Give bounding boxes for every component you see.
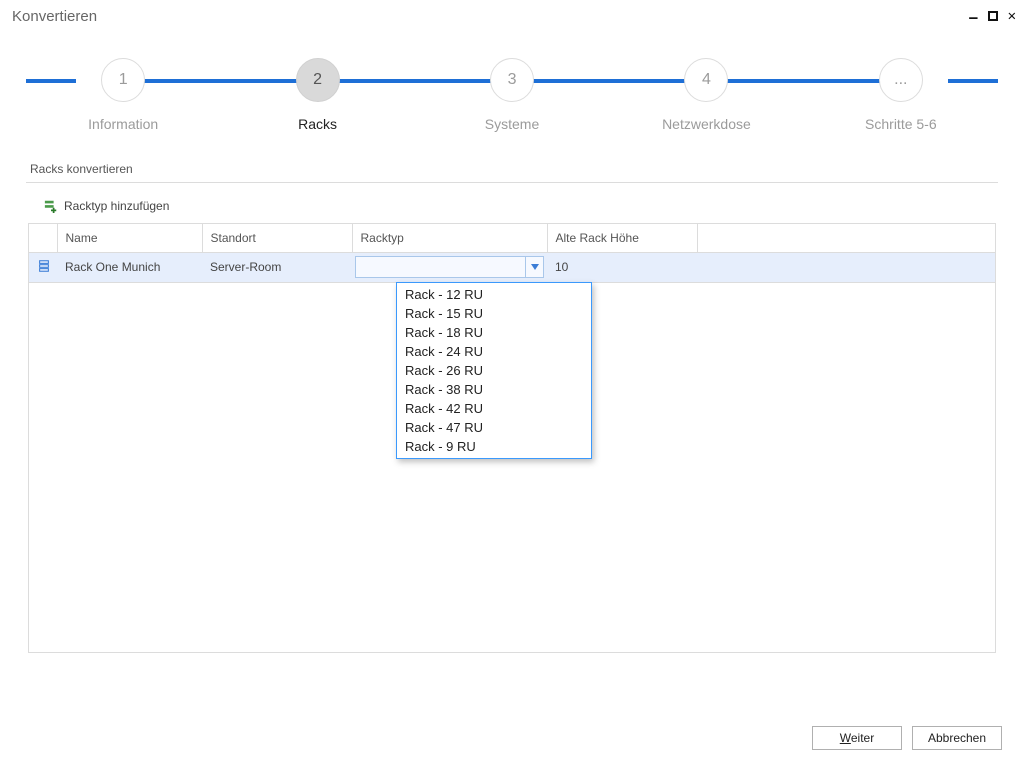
step-connector-1-2: [142, 79, 306, 83]
step-connector-edge-right: [948, 79, 998, 83]
step-1-circle: 1: [101, 58, 145, 102]
window-title: Konvertieren: [12, 8, 97, 25]
chevron-down-icon: [531, 264, 539, 270]
minimize-icon[interactable]: —: [969, 10, 977, 27]
maximize-icon[interactable]: [988, 8, 998, 25]
step-3-label: Systeme: [415, 116, 609, 132]
col-header-standort[interactable]: Standort: [202, 224, 352, 252]
section-divider: [26, 182, 998, 183]
step-4[interactable]: 4 Netzwerkdose: [609, 58, 803, 132]
dropdown-option[interactable]: Rack - 12 RU: [397, 285, 591, 304]
step-connector-4-5: [726, 79, 886, 83]
dropdown-option[interactable]: Rack - 47 RU: [397, 418, 591, 437]
racktyp-combo[interactable]: [355, 256, 544, 278]
step-2[interactable]: 2 Racks: [220, 58, 414, 132]
step-more[interactable]: ... Schritte 5-6: [804, 58, 998, 132]
rack-table: Name Standort Racktyp Alte Rack Höhe Rac…: [28, 223, 996, 653]
step-2-circle: 2: [296, 58, 340, 102]
col-header-racktyp[interactable]: Racktyp: [352, 224, 547, 252]
dropdown-option[interactable]: Rack - 18 RU: [397, 323, 591, 342]
racktyp-input[interactable]: [356, 257, 525, 277]
step-4-circle: 4: [684, 58, 728, 102]
col-header-icon[interactable]: [29, 224, 57, 252]
step-3[interactable]: 3 Systeme: [415, 58, 609, 132]
cell-standort: Server-Room: [202, 252, 352, 282]
add-rack-icon: [44, 199, 58, 213]
rack-icon: [37, 259, 51, 273]
section-title: Racks konvertieren: [30, 162, 994, 176]
dropdown-option[interactable]: Rack - 9 RU: [397, 437, 591, 456]
add-rack-label: Racktyp hinzufügen: [64, 199, 169, 213]
racktyp-dropdown-list[interactable]: Rack - 12 RU Rack - 15 RU Rack - 18 RU R…: [396, 282, 592, 459]
dropdown-option[interactable]: Rack - 38 RU: [397, 380, 591, 399]
step-more-circle: ...: [879, 58, 923, 102]
step-1-label: Information: [26, 116, 220, 132]
dropdown-option[interactable]: Rack - 26 RU: [397, 361, 591, 380]
step-connector-2-3: [337, 79, 497, 83]
step-4-label: Netzwerkdose: [609, 116, 803, 132]
col-header-name[interactable]: Name: [57, 224, 202, 252]
table-row[interactable]: Rack One Munich Server-Room 10: [29, 252, 995, 282]
wizard-body: 1 Information 2 Racks 3 Systeme 4 Netzwe…: [0, 32, 1024, 661]
cell-spacer: [697, 252, 995, 282]
next-button[interactable]: Weiter: [812, 726, 902, 750]
cell-name: Rack One Munich: [57, 252, 202, 282]
cell-alte-hoehe: 10: [547, 252, 697, 282]
wizard-steps: 1 Information 2 Racks 3 Systeme 4 Netzwe…: [26, 58, 998, 132]
window-controls: — ✕: [969, 8, 1016, 25]
col-header-spacer: [697, 224, 995, 252]
step-more-label: Schritte 5-6: [804, 116, 998, 132]
col-header-alte-hoehe[interactable]: Alte Rack Höhe: [547, 224, 697, 252]
close-icon[interactable]: ✕: [1008, 8, 1016, 25]
footer-buttons: Weiter Abbrechen: [812, 726, 1002, 750]
table-header-row: Name Standort Racktyp Alte Rack Höhe: [29, 224, 995, 252]
add-racktype-link[interactable]: Racktyp hinzufügen: [44, 199, 994, 213]
titlebar: Konvertieren — ✕: [0, 0, 1024, 32]
dropdown-option[interactable]: Rack - 15 RU: [397, 304, 591, 323]
step-connector-edge-left: [26, 79, 76, 83]
dropdown-option[interactable]: Rack - 24 RU: [397, 342, 591, 361]
step-1[interactable]: 1 Information: [26, 58, 220, 132]
row-icon-cell: [29, 252, 57, 282]
step-2-label: Racks: [220, 116, 414, 132]
step-3-circle: 3: [490, 58, 534, 102]
combo-dropdown-button[interactable]: [525, 257, 543, 277]
cancel-button[interactable]: Abbrechen: [912, 726, 1002, 750]
cell-racktyp[interactable]: [352, 252, 547, 282]
dropdown-option[interactable]: Rack - 42 RU: [397, 399, 591, 418]
step-connector-3-4: [531, 79, 691, 83]
